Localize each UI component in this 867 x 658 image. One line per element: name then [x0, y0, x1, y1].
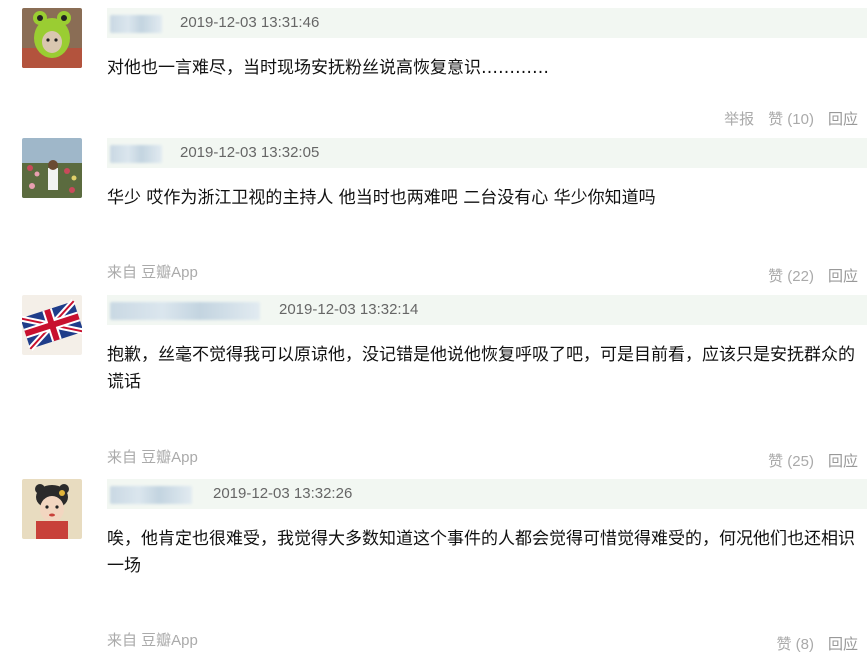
reply-link[interactable]: 回应 — [828, 108, 858, 129]
comment-timestamp: 2019-12-03 13:32:14 — [279, 301, 419, 318]
comment-source: 来自 豆瓣App — [107, 449, 198, 466]
like-button[interactable]: 赞 (22) — [768, 265, 814, 286]
username-blurred[interactable] — [110, 15, 162, 33]
comment-meta-bar: 2019-12-03 13:32:14 — [107, 295, 867, 325]
comment-meta-bar: 2019-12-03 13:32:05 — [107, 138, 867, 168]
comment-item: 2019-12-03 13:32:05 华少 哎作为浙江卫视的主持人 他当时也两… — [0, 138, 867, 288]
username-blurred[interactable] — [110, 145, 162, 163]
like-button[interactable]: 赞 (25) — [768, 450, 814, 471]
comment-source: 来自 豆瓣App — [107, 264, 198, 281]
reply-link[interactable]: 回应 — [828, 633, 858, 654]
comment-text: 唉，他肯定也很难受，我觉得大多数知道这个事件的人都会觉得可惜觉得难受的，何况他们… — [107, 529, 855, 576]
comment-actions: 举报 赞 (10) 回应 — [724, 108, 858, 129]
comment-source: 来自 豆瓣App — [107, 632, 198, 649]
comment-meta-bar: 2019-12-03 13:32:26 — [107, 479, 867, 509]
like-button[interactable]: 赞 (10) — [768, 108, 814, 129]
comment-actions: 赞 (22) 回应 — [768, 265, 858, 286]
illustrated-girl-avatar[interactable] — [22, 479, 82, 539]
comment-item: 2019-12-03 13:32:26 唉，他肯定也很难受，我觉得大多数知道这个… — [0, 479, 867, 658]
comment-text: 对他也一言难尽，当时现场安抚粉丝说高恢复意识………… — [107, 58, 549, 78]
comment-timestamp: 2019-12-03 13:31:46 — [180, 14, 320, 31]
union-jack-avatar[interactable] — [22, 295, 82, 355]
flower-field-avatar[interactable] — [22, 138, 82, 198]
comment-text: 华少 哎作为浙江卫视的主持人 他当时也两难吧 二台没有心 华少你知道吗 — [107, 188, 656, 208]
comment-timestamp: 2019-12-03 13:32:05 — [180, 144, 320, 161]
username-blurred[interactable] — [110, 302, 260, 320]
comment-timestamp: 2019-12-03 13:32:26 — [213, 485, 353, 502]
comment-actions: 赞 (8) 回应 — [776, 633, 858, 654]
like-button[interactable]: 赞 (8) — [776, 633, 814, 654]
comment-item: 2019-12-03 13:32:14 抱歉，丝毫不觉得我可以原谅他，没记错是他… — [0, 295, 867, 473]
username-blurred[interactable] — [110, 486, 192, 504]
comment-text: 抱歉，丝毫不觉得我可以原谅他，没记错是他说他恢复呼吸了吧，可是目前看，应该只是安… — [107, 345, 855, 392]
comment-meta-bar: 2019-12-03 13:31:46 — [107, 8, 867, 38]
report-link[interactable]: 举报 — [724, 108, 754, 129]
reply-link[interactable]: 回应 — [828, 265, 858, 286]
reply-link[interactable]: 回应 — [828, 450, 858, 471]
comment-actions: 赞 (25) 回应 — [768, 450, 858, 471]
comment-item: 2019-12-03 13:31:46 对他也一言难尽，当时现场安抚粉丝说高恢复… — [0, 8, 867, 133]
green-frog-hat-avatar[interactable] — [22, 8, 82, 68]
